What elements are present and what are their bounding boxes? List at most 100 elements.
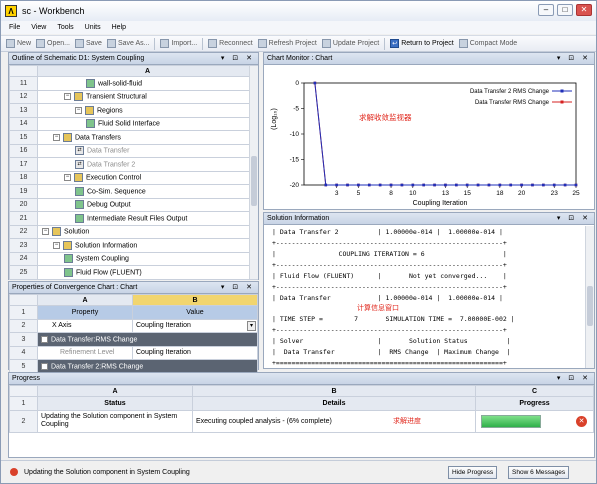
outline-row[interactable]: 11 wall-solid-fluid [9, 76, 258, 91]
collapse-toggle-icon[interactable]: − [41, 335, 48, 343]
return-to-project-button[interactable]: ↩ Return to Project [390, 39, 454, 48]
toolbar-separator [202, 37, 204, 50]
tree-cell[interactable]: − Transient Structural [37, 89, 258, 104]
outline-row[interactable]: 16 ⇄ Data Transfer [9, 143, 258, 158]
menu-help[interactable]: Help [112, 24, 126, 31]
outline-row[interactable]: 19 Co-Sim. Sequence [9, 184, 258, 199]
solution-info-annotation: 计算信息窗口 [357, 305, 399, 312]
reconnect-button[interactable]: Reconnect [208, 39, 253, 48]
toolbar: New Open... Save Save As... Import... Re… [1, 35, 596, 52]
close-button[interactable]: ✕ [576, 4, 592, 16]
outline-row[interactable]: 15 − Data Transfers [9, 130, 258, 145]
outline-row[interactable]: 25 Fluid Flow (FLUENT) [9, 265, 258, 280]
tree-cell[interactable]: − Data Transfers [37, 130, 258, 145]
tree-cell[interactable]: − Regions [37, 103, 258, 118]
property-value[interactable]: Value [132, 305, 258, 320]
menu-view[interactable]: View [31, 24, 46, 31]
tree-cell[interactable]: Fluid Flow (FLUENT) [37, 265, 258, 280]
collapse-toggle-icon[interactable]: − [53, 133, 60, 141]
tree-cell[interactable]: System Coupling [37, 251, 258, 266]
tree-cell[interactable]: ⇄ Data Transfer [37, 143, 258, 158]
property-value[interactable]: Coupling Iteration ▾ [132, 318, 258, 333]
panel-pin-controls[interactable]: ▾ ⊡ ✕ [557, 213, 591, 224]
property-row[interactable]: 5− Data Transfer 2:RMS Change [9, 359, 258, 374]
menu-tools[interactable]: Tools [57, 24, 73, 31]
tree-cell[interactable]: Fluid Solid Interface [37, 116, 258, 131]
panel-pin-controls[interactable]: ▾ ⊡ ✕ [221, 53, 255, 64]
property-value[interactable]: Coupling Iteration [132, 345, 258, 360]
series-point-0 [411, 183, 415, 187]
menu-units[interactable]: Units [85, 24, 101, 31]
row-number: 21 [9, 211, 38, 226]
update-project-button[interactable]: Update Project [321, 39, 379, 48]
outline-row[interactable]: 24 System Coupling [9, 251, 258, 266]
save-button[interactable]: Save [74, 39, 102, 48]
compact-mode-button[interactable]: Compact Mode [458, 39, 517, 48]
outline-row[interactable]: 23 − Solution Information [9, 238, 258, 253]
outline-row[interactable]: 17 ⇄ Data Transfer 2 [9, 157, 258, 172]
property-section[interactable]: − Data Transfer 2:RMS Change [37, 359, 258, 374]
menu-file[interactable]: File [9, 24, 20, 31]
collapse-toggle-icon[interactable]: − [64, 174, 71, 182]
tree-cell[interactable]: − Execution Control [37, 170, 258, 185]
tree-cell[interactable]: ⇄ Data Transfer 2 [37, 157, 258, 172]
outline-row[interactable]: 12 − Transient Structural [9, 89, 258, 104]
outline-header: Outline of Schematic D1: System Coupling… [9, 53, 258, 65]
tree-cell[interactable]: Co-Sim. Sequence [37, 184, 258, 199]
outline-panel: Outline of Schematic D1: System Coupling… [8, 52, 259, 280]
collapse-toggle-icon[interactable]: − [42, 228, 49, 236]
outline-scrollbar[interactable] [249, 66, 258, 279]
panel-pin-controls[interactable]: ▾ ⊡ ✕ [221, 282, 255, 293]
minimize-button[interactable]: – [538, 4, 554, 16]
tree-cell[interactable]: Intermediate Result Files Output [37, 211, 258, 226]
panel-pin-controls[interactable]: ▾ ⊡ ✕ [557, 373, 591, 384]
series-point-0 [465, 183, 469, 187]
property-row[interactable]: 4 Refinement Level Coupling Iteration [9, 345, 258, 360]
collapse-toggle-icon[interactable]: − [53, 241, 60, 249]
folder-icon [74, 173, 83, 183]
property-row[interactable]: 3− Data Transfer:RMS Change [9, 332, 258, 347]
property-row[interactable]: 2X Axis Coupling Iteration ▾ [9, 318, 258, 333]
outline-row[interactable]: 21 Intermediate Result Files Output [9, 211, 258, 226]
tree-cell[interactable]: − Solution [37, 224, 258, 239]
row-number: 11 [9, 76, 38, 91]
maximize-button[interactable]: □ [557, 4, 573, 16]
hide-progress-button[interactable]: Hide Progress [448, 466, 498, 479]
outline-row[interactable]: 14 Fluid Solid Interface [9, 116, 258, 131]
progress-status: Updating the Solution component in Syste… [37, 409, 193, 433]
tree-node-icon [64, 267, 73, 277]
outline-row[interactable]: 13 − Regions [9, 103, 258, 118]
scrollbar-thumb[interactable] [587, 286, 593, 326]
tree-cell[interactable]: Debug Output [37, 197, 258, 212]
dropdown-arrow-icon[interactable]: ▾ [247, 320, 256, 331]
open-button[interactable]: Open... [36, 39, 70, 48]
import-button[interactable]: Import... [160, 39, 197, 48]
collapse-toggle-icon[interactable]: − [64, 93, 71, 101]
collapse-toggle-icon[interactable]: − [41, 362, 48, 370]
property-row[interactable]: 1 Property Value [9, 305, 258, 320]
error-indicator-icon [10, 468, 18, 476]
solution-log-scrollbar[interactable] [585, 226, 594, 368]
save-as-label: Save As... [117, 40, 150, 47]
stop-icon[interactable]: ✕ [576, 415, 587, 427]
new-button[interactable]: New [6, 39, 31, 48]
panel-pin-controls[interactable]: ▾ ⊡ ✕ [557, 53, 591, 64]
tree-cell[interactable]: − Solution Information [37, 238, 258, 253]
chart-monitor-title: Chart Monitor : Chart [267, 55, 333, 62]
show-messages-button[interactable]: Show 6 Messages [508, 466, 570, 479]
refresh-project-button[interactable]: Refresh Project [257, 39, 317, 48]
corner-cell [9, 385, 38, 397]
properties-header: Properties of Convergence Chart : Chart … [9, 282, 258, 294]
return-to-project-label: Return to Project [401, 40, 454, 47]
x-tick-label: 23 [551, 190, 559, 197]
scrollbar-thumb[interactable] [251, 156, 257, 206]
property-section[interactable]: − Data Transfer:RMS Change [37, 332, 258, 347]
outline-row[interactable]: 20 Debug Output [9, 197, 258, 212]
log-line: | Fluid Flow (FLUENT) | Not yet converge… [272, 272, 507, 280]
collapse-toggle-icon[interactable]: − [75, 106, 82, 114]
outline-row[interactable]: 18 − Execution Control [9, 170, 258, 185]
outline-row[interactable]: 22− Solution [9, 224, 258, 239]
save-as-button[interactable]: Save As... [106, 39, 150, 48]
progress-title: Progress [12, 375, 41, 382]
tree-cell[interactable]: wall-solid-fluid [37, 76, 258, 91]
